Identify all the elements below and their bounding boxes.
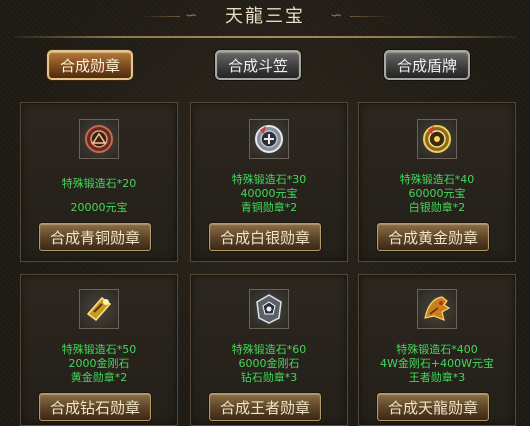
requirement-line: 特殊锻造石*400 — [396, 343, 478, 356]
tab-craft-hat[interactable]: 合成斗笠 — [215, 50, 301, 80]
requirement-line: 特殊锻造石*40 — [399, 173, 475, 186]
requirement-line: 20000元宝 — [70, 201, 128, 214]
recipe-card-diamond: 特殊锻造石*50 2000金刚石 黄金勋章*2 合成钻石勋章 — [20, 274, 178, 426]
requirement-line: 钻石勋章*3 — [240, 371, 298, 384]
requirement-line: 特殊锻造石*20 — [61, 177, 137, 190]
tab-craft-medal[interactable]: 合成勋章 — [47, 50, 133, 80]
panel-header: ∽ 天龍三宝 ∽ — [0, 0, 530, 34]
silver-medal-icon — [249, 119, 289, 159]
panel-title: 天龍三宝 — [225, 6, 305, 27]
requirement-line: 特殊锻造石*50 — [61, 343, 137, 356]
requirement-line: 特殊锻造石*30 — [231, 173, 307, 186]
requirement-line: 白银勋章*2 — [408, 201, 466, 214]
tab-craft-shield[interactable]: 合成盾牌 — [384, 50, 470, 80]
requirement-line: 王者勋章*3 — [408, 371, 466, 384]
requirement-line: 4W金刚石+400W元宝 — [380, 357, 494, 370]
king-medal-icon — [249, 289, 289, 329]
requirement-line: 青铜勋章*2 — [240, 201, 298, 214]
requirement-line: 6000金刚石 — [238, 357, 300, 370]
requirement-line: 特殊锻造石*60 — [231, 343, 307, 356]
recipe-card-silver: 特殊锻造石*30 40000元宝 青铜勋章*2 合成白银勋章 — [190, 102, 348, 262]
scroll-ornament-icon: ∽ — [330, 6, 343, 24]
requirement-line: 40000元宝 — [240, 187, 298, 200]
craft-king-medal-button[interactable]: 合成王者勋章 — [209, 393, 321, 421]
craft-silver-medal-button[interactable]: 合成白银勋章 — [209, 223, 321, 251]
recipe-card-gold: 特殊锻造石*40 60000元宝 白银勋章*2 合成黄金勋章 — [358, 102, 516, 262]
bronze-medal-icon — [79, 119, 119, 159]
gold-medal-icon — [417, 119, 457, 159]
header-divider-left — [140, 16, 180, 17]
recipe-card-dragon: 特殊锻造石*400 4W金刚石+400W元宝 王者勋章*3 合成天龍勋章 — [358, 274, 516, 426]
requirement-line: 黄金勋章*2 — [70, 371, 128, 384]
requirement-line: 2000金刚石 — [68, 357, 130, 370]
craft-gold-medal-button[interactable]: 合成黄金勋章 — [377, 223, 489, 251]
recipe-card-king: 特殊锻造石*60 6000金刚石 钻石勋章*3 合成王者勋章 — [190, 274, 348, 426]
dragon-medal-icon — [417, 289, 457, 329]
craft-bronze-medal-button[interactable]: 合成青铜勋章 — [39, 223, 151, 251]
header-underline — [14, 36, 516, 38]
header-divider-right — [350, 16, 390, 17]
requirement-line: 60000元宝 — [408, 187, 466, 200]
diamond-medal-icon — [79, 289, 119, 329]
recipe-card-bronze: 特殊锻造石*20 20000元宝 合成青铜勋章 — [20, 102, 178, 262]
craft-diamond-medal-button[interactable]: 合成钻石勋章 — [39, 393, 151, 421]
scroll-ornament-icon: ∽ — [185, 6, 198, 24]
craft-dragon-medal-button[interactable]: 合成天龍勋章 — [377, 393, 489, 421]
